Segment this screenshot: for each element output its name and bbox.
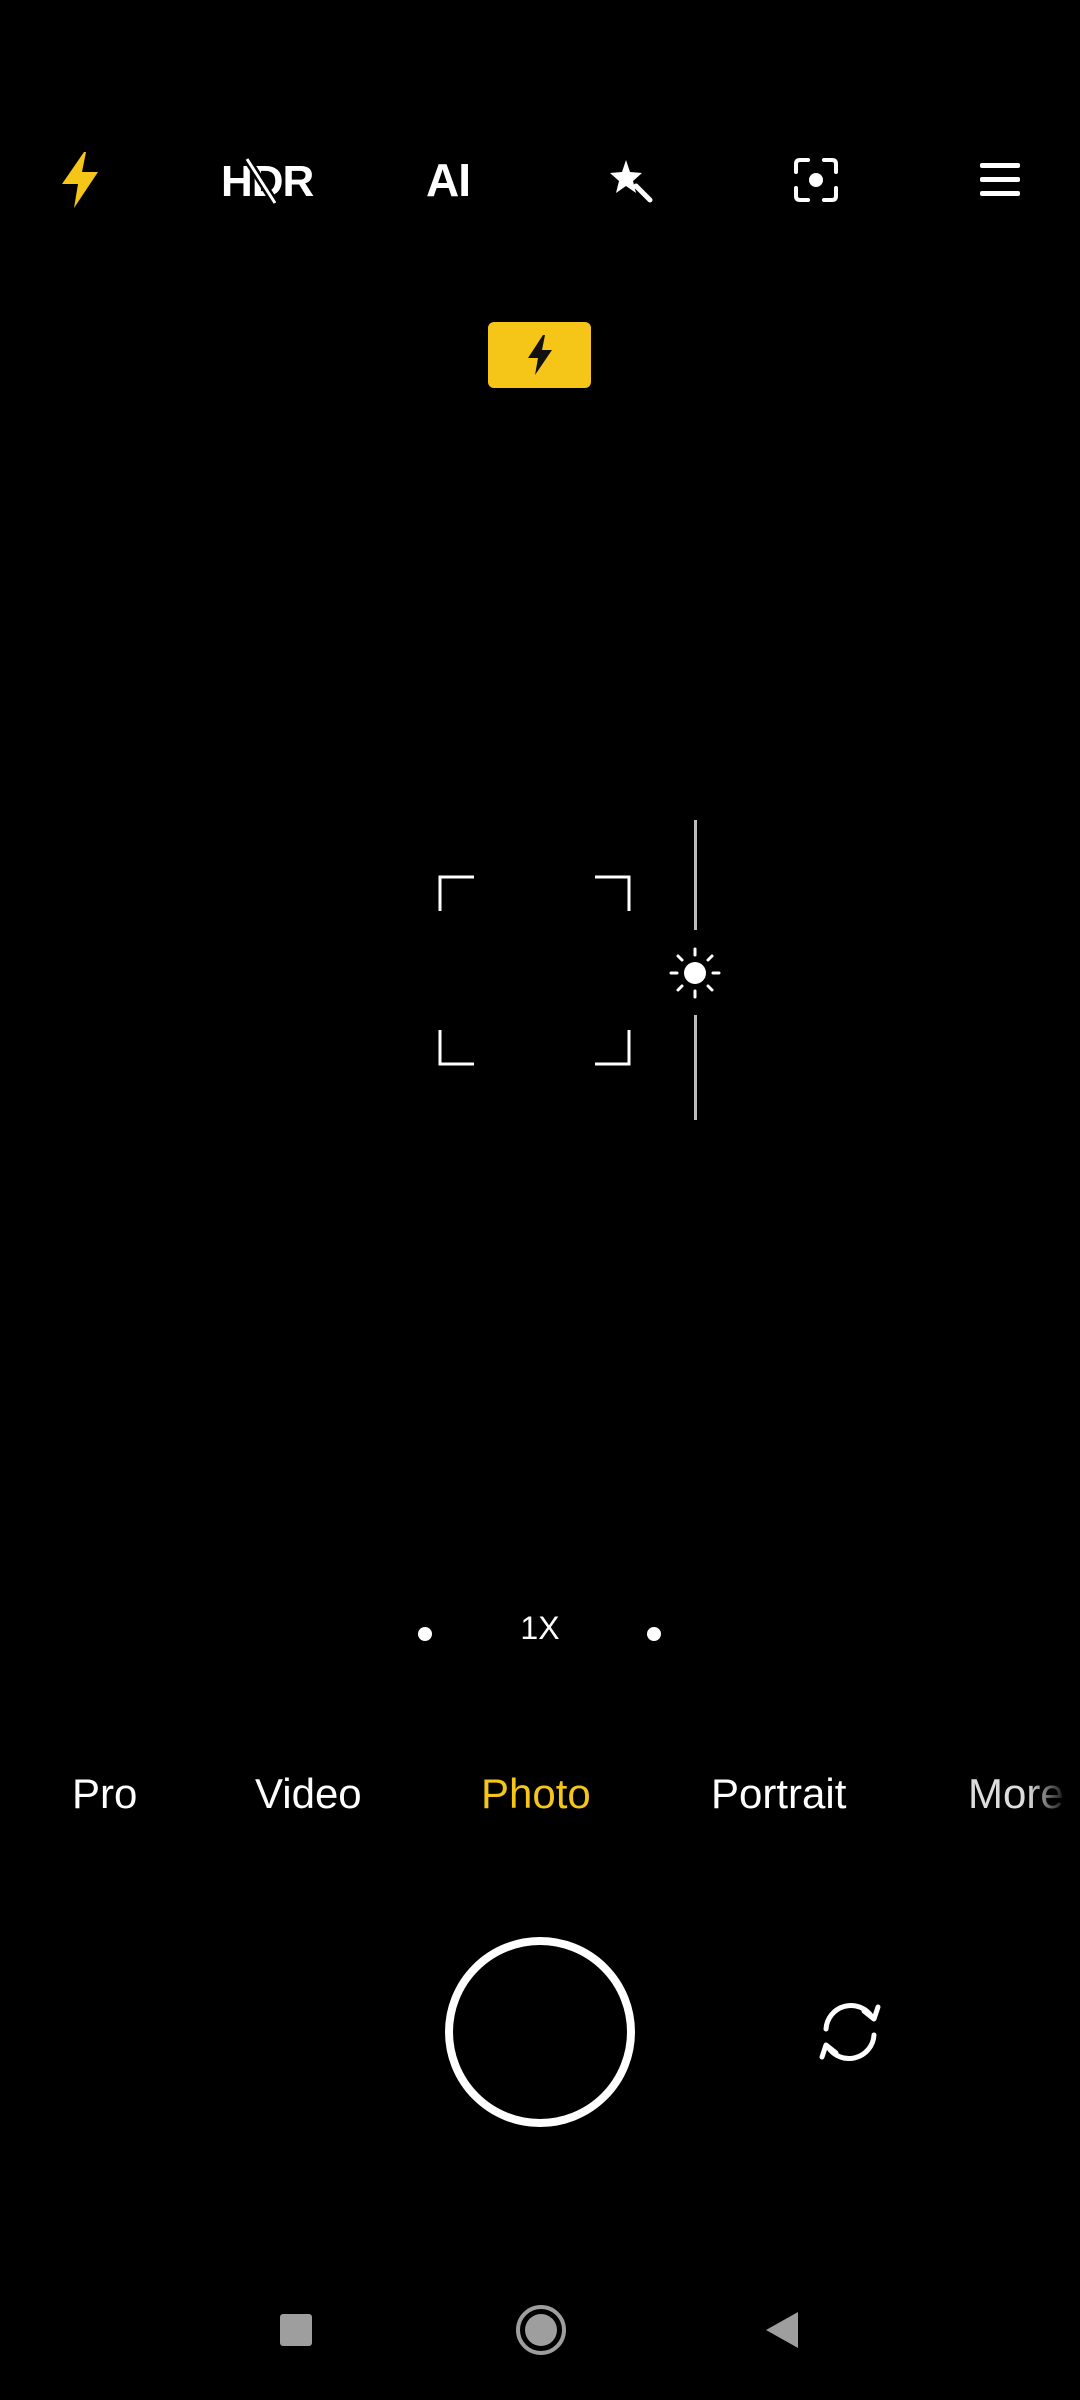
switch-camera-icon [819, 2003, 881, 2061]
mode-pro[interactable]: Pro [72, 1770, 137, 1818]
zoom-option-dot-right[interactable] [647, 1627, 661, 1641]
flash-button[interactable] [40, 140, 120, 220]
exposure-slider-track-bottom[interactable] [694, 1015, 697, 1120]
flash-on-indicator[interactable] [488, 322, 591, 388]
flash-icon [62, 152, 98, 208]
beauty-button[interactable] [590, 140, 670, 220]
flash-icon [527, 335, 552, 375]
focus-frame [438, 875, 631, 1066]
hdr-off-icon: HDR [213, 155, 314, 206]
zoom-option-dot-left[interactable] [418, 1627, 432, 1641]
recents-button[interactable] [266, 2300, 326, 2360]
hdr-button[interactable]: HDR [213, 140, 314, 220]
mode-video[interactable]: Video [255, 1770, 362, 1818]
home-circle-icon [516, 2305, 566, 2355]
back-button[interactable] [752, 2300, 812, 2360]
exposure-handle[interactable] [668, 946, 722, 1000]
mode-photo[interactable]: Photo [481, 1770, 591, 1818]
exposure-slider-track-top[interactable] [694, 820, 697, 930]
sun-icon [669, 947, 721, 999]
back-triangle-icon [766, 2312, 798, 2348]
zoom-level[interactable]: 1X [500, 1610, 580, 1647]
ai-label: AI [426, 154, 471, 206]
switch-camera-button[interactable] [812, 1997, 888, 2067]
home-button[interactable] [511, 2300, 571, 2360]
focus-mode-button[interactable] [776, 140, 856, 220]
menu-button[interactable] [960, 140, 1040, 220]
mode-more[interactable]: More [968, 1770, 1068, 1818]
square-icon [280, 2314, 312, 2346]
focus-target-icon [794, 158, 838, 202]
magic-star-icon [610, 160, 653, 203]
menu-icon [980, 163, 1020, 196]
shutter-button[interactable] [445, 1937, 635, 2127]
mode-portrait[interactable]: Portrait [711, 1770, 846, 1818]
ai-button[interactable]: AI [408, 140, 488, 220]
